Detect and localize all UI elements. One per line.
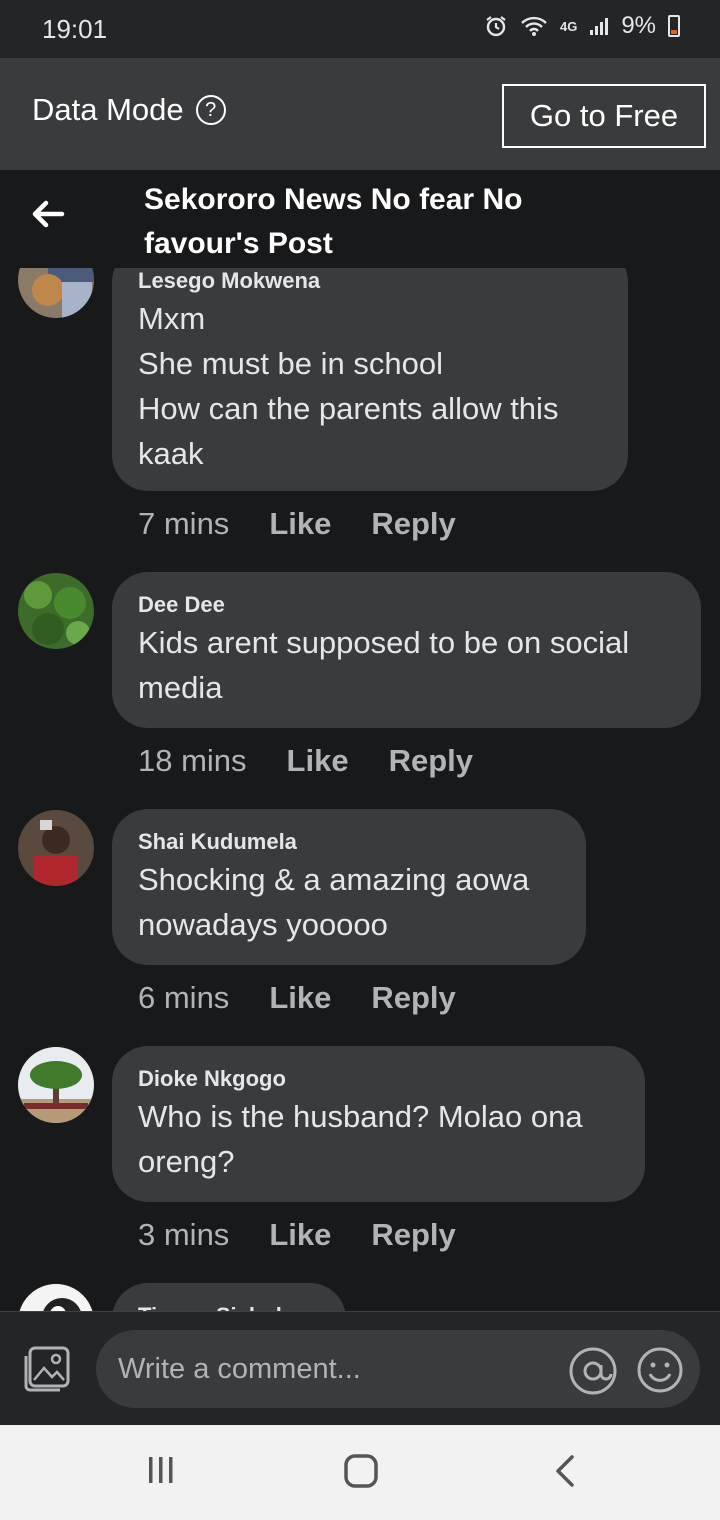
reply-button[interactable]: Reply — [389, 743, 473, 779]
smile-icon[interactable] — [636, 1346, 684, 1394]
post-header: Sekororo News No fear No favour's Post — [0, 170, 720, 268]
comment-meta: 7 mins Like Reply — [138, 506, 456, 542]
reply-button[interactable]: Reply — [371, 980, 455, 1016]
comment-time: 6 mins — [138, 980, 230, 1015]
like-button[interactable]: Like — [269, 980, 331, 1016]
avatar[interactable] — [18, 573, 94, 649]
comment-time: 3 mins — [138, 1217, 230, 1252]
status-icons: 4G 9% — [484, 12, 680, 40]
comment-author[interactable]: Tiamar Sichube — [138, 1301, 320, 1311]
at-icon[interactable] — [568, 1346, 618, 1396]
comment-bubble[interactable]: Dioke Nkgogo Who is the husband? Molao o… — [112, 1046, 645, 1202]
comment-bubble[interactable]: Dee Dee Kids arent supposed to be on soc… — [112, 572, 701, 728]
battery-percent: 9% — [621, 12, 656, 39]
like-button[interactable]: Like — [287, 743, 349, 779]
comment-meta: 18 mins Like Reply — [138, 743, 473, 779]
battery-icon — [668, 15, 680, 37]
comment-bubble[interactable]: Lesego Mokwena Mxm She must be in school… — [112, 268, 628, 491]
comment-line: She must be in school — [138, 346, 444, 381]
comment-line: kaak — [138, 436, 204, 471]
avatar[interactable] — [18, 268, 94, 318]
data-mode-bar: Data Mode ? Go to Free — [0, 58, 720, 170]
system-nav-bar — [0, 1425, 720, 1520]
comment-line: Kids arent supposed to be on social — [138, 625, 630, 660]
page-title: Sekororo News No fear No favour's Post — [144, 183, 523, 260]
status-time: 19:01 — [42, 14, 108, 44]
comment-line: Shocking & a amazing aowa — [138, 862, 530, 897]
wifi-icon — [521, 16, 547, 36]
back-nav-icon[interactable] — [550, 1453, 580, 1489]
comment-bubble[interactable]: Tiamar Sichube — [112, 1283, 346, 1311]
like-button[interactable]: Like — [269, 1217, 331, 1253]
comment-meta: 3 mins Like Reply — [138, 1217, 456, 1253]
comment-line: Who is the husband? Molao ona — [138, 1099, 583, 1134]
photo-icon[interactable] — [22, 1344, 72, 1394]
recent-apps-icon[interactable] — [144, 1453, 178, 1487]
network-type: 4G — [559, 18, 578, 34]
comment-line: Mxm — [138, 301, 206, 336]
comment-author[interactable]: Shai Kudumela — [138, 827, 560, 857]
alarm-icon — [486, 16, 506, 37]
reply-button[interactable]: Reply — [371, 506, 455, 542]
comment-line: media — [138, 670, 223, 705]
comment-bubble[interactable]: Shai Kudumela Shocking & a amazing aowa … — [112, 809, 586, 965]
avatar[interactable] — [18, 1284, 94, 1311]
comment-time: 7 mins — [138, 506, 230, 541]
comment-line: How can the parents allow this — [138, 391, 559, 426]
signal-icon — [590, 18, 609, 35]
data-mode: Data Mode ? — [32, 92, 226, 128]
reply-button[interactable]: Reply — [371, 1217, 455, 1253]
status-bar: 19:01 4G 9% — [0, 0, 720, 58]
comment-composer: Write a comment... — [0, 1311, 720, 1425]
go-to-free-button[interactable]: Go to Free — [502, 84, 706, 148]
comment-line: nowadays yooooo — [138, 907, 388, 942]
avatar[interactable] — [18, 810, 94, 886]
avatar[interactable] — [18, 1047, 94, 1123]
help-icon[interactable]: ? — [195, 95, 226, 125]
comment-author[interactable]: Dee Dee — [138, 590, 675, 620]
comment-time: 18 mins — [138, 743, 247, 778]
comment-line: oreng? — [138, 1144, 235, 1179]
comments-feed[interactable]: Lesego Mokwena Mxm She must be in school… — [0, 268, 720, 1311]
comment-meta: 6 mins Like Reply — [138, 980, 456, 1016]
data-mode-label: Data Mode — [32, 92, 184, 127]
comment-author[interactable]: Dioke Nkgogo — [138, 1064, 619, 1094]
home-icon[interactable] — [343, 1453, 379, 1489]
comment-author[interactable]: Lesego Mokwena — [138, 268, 602, 296]
like-button[interactable]: Like — [269, 506, 331, 542]
back-arrow-icon[interactable] — [28, 194, 68, 234]
